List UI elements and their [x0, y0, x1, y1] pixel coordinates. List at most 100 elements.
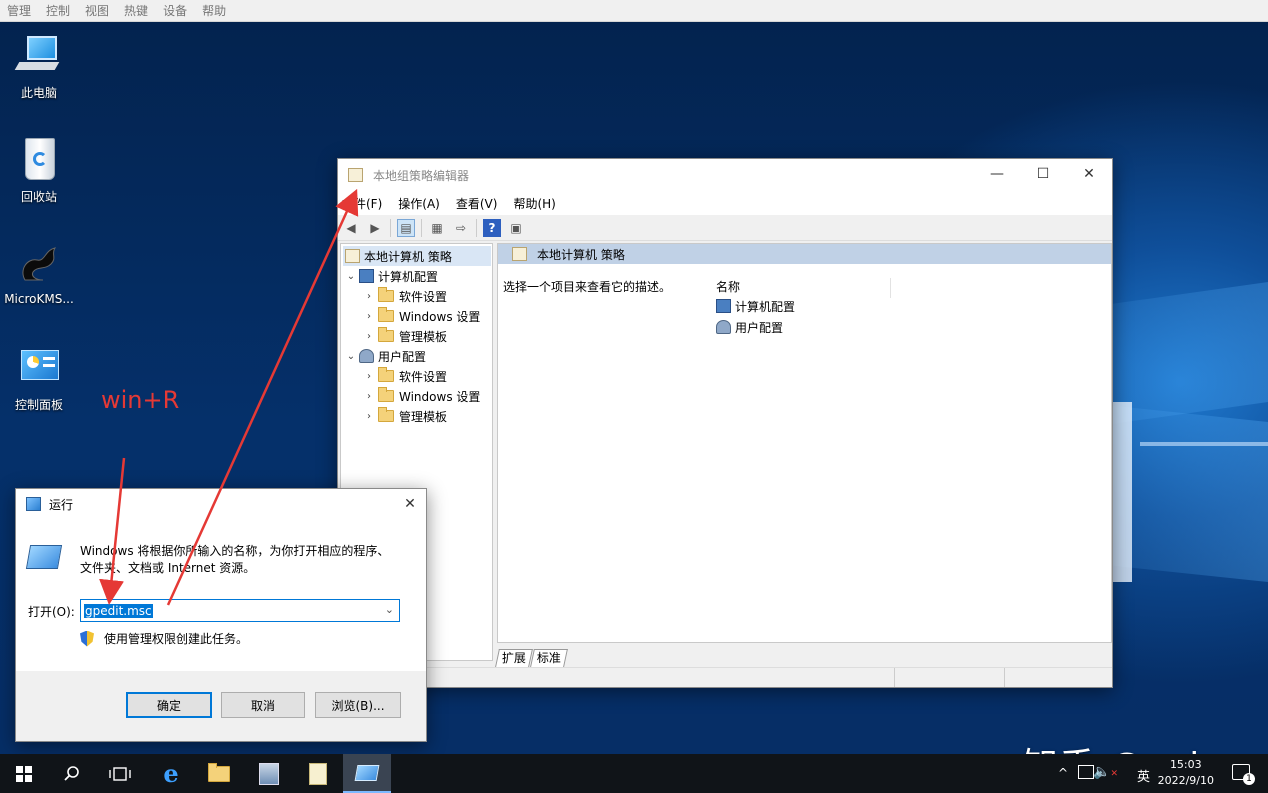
- column-header-name[interactable]: 名称: [716, 278, 891, 298]
- run-icon: [26, 497, 41, 511]
- vm-menu-manage[interactable]: 管理: [7, 2, 31, 19]
- export-list-icon[interactable]: ⇨: [452, 219, 470, 237]
- tab-standard[interactable]: 标准: [530, 649, 568, 667]
- show-tree-icon[interactable]: ▤: [397, 218, 415, 237]
- tree-item-software-settings[interactable]: › 软件设置: [363, 286, 447, 306]
- tree-item-windows-settings[interactable]: › Windows 设置: [363, 386, 480, 406]
- show-hidden-icons-chevron-icon[interactable]: ^: [1058, 766, 1068, 780]
- tab-extended[interactable]: 扩展: [495, 649, 533, 667]
- run-titlebar[interactable]: 运行 ✕: [16, 489, 426, 519]
- vm-menu-help[interactable]: 帮助: [202, 2, 226, 19]
- volume-muted-icon[interactable]: 🔈✕: [1093, 764, 1118, 780]
- open-label: 打开(O):: [28, 605, 75, 619]
- tree-item-admin-templates[interactable]: › 管理模板: [363, 406, 447, 426]
- clock[interactable]: 15:03 2022/9/10: [1158, 757, 1214, 789]
- run-description-line: Windows 将根据你所输入的名称，为你打开相应的程序、: [80, 544, 390, 558]
- chevron-right-icon[interactable]: ›: [363, 331, 375, 342]
- back-icon[interactable]: ◀: [342, 219, 360, 237]
- tree-item-label: 软件设置: [399, 289, 448, 304]
- action-center-icon[interactable]: 1: [1232, 764, 1255, 785]
- close-button[interactable]: ✕: [1066, 159, 1112, 189]
- clock-date: 2022/9/10: [1157, 774, 1214, 787]
- start-button[interactable]: [0, 754, 48, 793]
- chevron-right-icon[interactable]: ›: [363, 391, 375, 402]
- chevron-down-icon[interactable]: ⌄: [345, 271, 357, 282]
- details-header: 本地计算机 策略: [498, 244, 1111, 264]
- user-config-icon: [359, 349, 374, 363]
- menu-help[interactable]: 帮助(H): [513, 195, 555, 212]
- vm-menu-hotkey[interactable]: 热键: [124, 2, 148, 19]
- taskbar-run[interactable]: [343, 754, 391, 793]
- forward-icon[interactable]: ▶: [366, 219, 384, 237]
- run-command-input[interactable]: gpedit.msc ⌄: [80, 599, 400, 622]
- tab-label: 扩展: [501, 651, 526, 665]
- filter-icon[interactable]: ▣: [507, 219, 525, 237]
- tree-item-computer-config[interactable]: ⌄ 计算机配置: [345, 266, 438, 286]
- properties-icon[interactable]: ▦: [428, 219, 446, 237]
- watermark: 知乎 @echo: [1022, 737, 1236, 754]
- admin-note-text: 使用管理权限创建此任务。: [104, 632, 249, 646]
- task-view-button[interactable]: [96, 754, 144, 793]
- tree-item-label: 用户配置: [378, 349, 427, 364]
- tab-label: 标准: [536, 651, 561, 665]
- maximize-button[interactable]: ☐: [1020, 159, 1066, 189]
- taskbar-notepad[interactable]: [294, 754, 342, 793]
- chevron-right-icon[interactable]: ›: [363, 311, 375, 322]
- desktop-icon-label: 回收站: [20, 190, 57, 204]
- browse-button[interactable]: 浏览(B)...: [315, 692, 401, 718]
- network-icon[interactable]: [1078, 765, 1094, 779]
- notification-count-badge: 1: [1243, 773, 1255, 785]
- help-icon[interactable]: ?: [483, 218, 501, 237]
- run-icon: [354, 764, 380, 781]
- menu-action[interactable]: 操作(A): [398, 195, 440, 212]
- taskbar-ie[interactable]: e: [147, 754, 195, 793]
- policy-icon: [345, 249, 360, 263]
- vm-menu-view[interactable]: 视图: [85, 2, 109, 19]
- tree-item-admin-templates[interactable]: › 管理模板: [363, 326, 447, 346]
- taskbar-server-manager[interactable]: [245, 754, 293, 793]
- wallpaper-logo-divider: [1140, 442, 1268, 446]
- tree-item-software-settings[interactable]: › 软件设置: [363, 366, 447, 386]
- menu-file[interactable]: 文件(F): [342, 195, 382, 212]
- close-button[interactable]: ✕: [394, 489, 426, 519]
- menu-view[interactable]: 查看(V): [456, 195, 498, 212]
- desktop-icon-this-pc[interactable]: 此电脑: [1, 32, 77, 101]
- taskbar-file-explorer[interactable]: [196, 754, 244, 793]
- search-icon: [64, 765, 79, 781]
- run-dialog: 运行 ✕ Windows 将根据你所输入的名称，为你打开相应的程序、 文件夹、文…: [15, 488, 427, 742]
- chevron-right-icon[interactable]: ›: [363, 291, 375, 302]
- tree-item-label: 本地计算机 策略: [364, 249, 452, 264]
- vm-menu-control[interactable]: 控制: [46, 2, 70, 19]
- status-bar: [340, 667, 1112, 687]
- tree-item-user-config[interactable]: ⌄ 用户配置: [345, 346, 426, 366]
- tree-item-label: 软件设置: [399, 369, 448, 384]
- computer-config-icon: [716, 299, 731, 313]
- status-segment: [895, 668, 1005, 687]
- list-item-computer-config[interactable]: 计算机配置: [714, 296, 795, 316]
- desktop-icon-recycle-bin[interactable]: 回收站: [1, 136, 77, 205]
- cancel-button[interactable]: 取消: [221, 692, 305, 718]
- chevron-down-icon[interactable]: ⌄: [345, 351, 357, 362]
- gpedit-window: 本地组策略编辑器 — ☐ ✕ 文件(F) 操作(A) 查看(V) 帮助(H) ◀…: [337, 158, 1113, 688]
- search-button[interactable]: [48, 754, 96, 793]
- tree-item-windows-settings[interactable]: › Windows 设置: [363, 306, 480, 326]
- run-button-area: 确定 取消 浏览(B)...: [16, 671, 426, 741]
- task-view-icon: [109, 766, 131, 781]
- minimize-button[interactable]: —: [974, 159, 1020, 189]
- folder-icon: [378, 307, 394, 322]
- vm-menu-device[interactable]: 设备: [163, 2, 187, 19]
- tree-item-label: Windows 设置: [399, 389, 481, 404]
- desktop-icon-label: MicroKMS...: [4, 292, 74, 306]
- gpedit-titlebar[interactable]: 本地组策略编辑器 — ☐ ✕: [338, 159, 1112, 191]
- chevron-right-icon[interactable]: ›: [363, 411, 375, 422]
- ime-indicator[interactable]: 英: [1137, 766, 1150, 785]
- tree-item-local-computer-policy[interactable]: 本地计算机 策略: [343, 246, 491, 266]
- vm-menu-bar: 管理 控制 视图 热键 设备 帮助: [0, 0, 1268, 22]
- desktop-icon-microkms[interactable]: MicroKMS...: [1, 240, 77, 306]
- view-tabs: 扩展 标准: [495, 645, 568, 667]
- chevron-right-icon[interactable]: ›: [363, 371, 375, 382]
- chevron-down-icon[interactable]: ⌄: [385, 603, 394, 616]
- list-item-user-config[interactable]: 用户配置: [714, 317, 783, 337]
- ok-button[interactable]: 确定: [126, 692, 212, 718]
- desktop-icon-control-panel[interactable]: 控制面板: [1, 344, 77, 413]
